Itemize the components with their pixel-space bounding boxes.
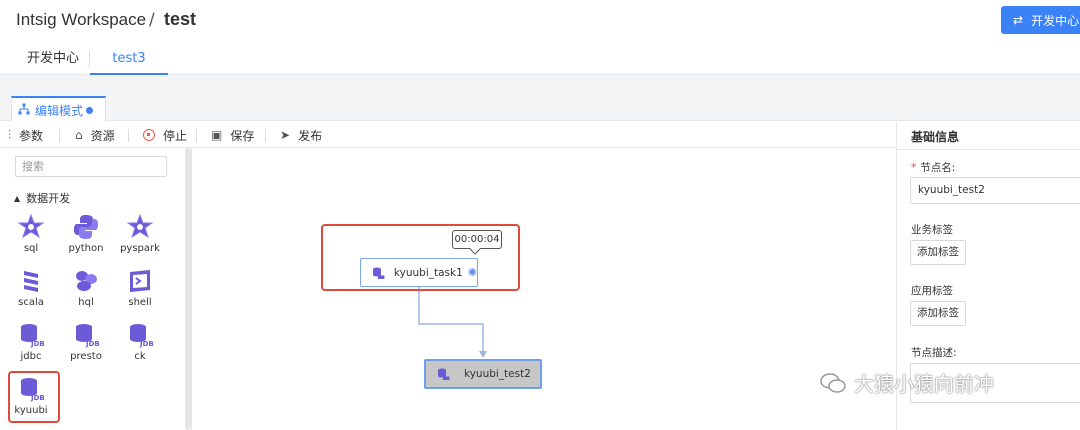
python-icon	[74, 215, 98, 239]
resources-label: 资源	[90, 128, 115, 143]
task-node-kyuubi-task1[interactable]: kyuubi_task1 ✺	[360, 258, 478, 287]
toolbar-divider	[265, 129, 266, 142]
node-type-label: ck	[134, 351, 146, 362]
params-label: 参数	[19, 128, 44, 143]
node-type-python[interactable]: python	[66, 213, 106, 254]
add-business-tag-button[interactable]: 添加标签	[910, 240, 966, 265]
box-icon: ⌂	[75, 128, 83, 142]
project-title: test	[164, 9, 197, 29]
search-input[interactable]: 搜索	[15, 156, 167, 177]
add-app-tag-button[interactable]: 添加标签	[910, 301, 966, 326]
node-type-label: pyspark	[120, 243, 160, 254]
stop-icon	[143, 129, 155, 141]
jdbc-database-icon: JDBC	[21, 324, 45, 348]
node-name-label-text: 节点名:	[920, 162, 956, 174]
task-node-kyuubi-test2[interactable]: kyuubi_test2	[424, 359, 542, 389]
dev-center-button[interactable]: ⇄ 开发中心	[1001, 6, 1080, 34]
loading-spinner-icon: ✺	[467, 266, 477, 279]
publish-label: 发布	[298, 128, 323, 143]
scala-icon	[24, 271, 38, 292]
node-type-label: scala	[18, 297, 44, 308]
dag-canvas[interactable]: 00:00:04 kyuubi_task1 ✺ kyuubi_test2	[192, 148, 895, 430]
save-icon: ▣	[211, 128, 223, 142]
toolbar-divider	[128, 129, 129, 142]
stop-button[interactable]: 停止	[143, 127, 187, 143]
toolbar-divider	[59, 129, 60, 142]
edit-mode-bar: 编辑模式	[0, 95, 1080, 122]
node-type-label: presto	[70, 351, 102, 362]
jdbc-database-icon: JDBC	[130, 324, 154, 348]
jdbc-database-icon: JDBC	[76, 324, 100, 348]
node-name-input[interactable]: kyuubi_test2	[910, 177, 1080, 204]
jdbc-database-icon	[438, 368, 450, 380]
node-type-shell[interactable]: shell	[120, 267, 160, 308]
resources-button[interactable]: ⌂ 资源	[75, 127, 115, 143]
kyuubi-highlight-box	[8, 371, 60, 423]
node-type-label: python	[68, 243, 104, 254]
node-type-pyspark[interactable]: pyspark	[120, 213, 160, 254]
params-button[interactable]: ⫶ 参数	[8, 127, 43, 143]
app-root: Intsig Workspace / test ⇄ 开发中心 开发中心 test…	[0, 0, 1080, 430]
shell-icon	[130, 270, 150, 292]
node-type-label: jdbc	[20, 351, 42, 362]
stop-label: 停止	[163, 128, 188, 143]
tab-dev-center[interactable]: 开发中心	[27, 42, 79, 75]
switch-icon: ⇄	[1013, 13, 1024, 27]
watermark: 大猿小猿向前冲	[820, 368, 994, 397]
node-type-presto[interactable]: JDBC presto	[66, 321, 106, 362]
jdbc-icon-text: JDBC	[30, 340, 45, 348]
save-label: 保存	[230, 128, 255, 143]
business-tag-label: 业务标签	[911, 224, 953, 236]
toolbar-divider	[196, 129, 197, 142]
toolbar: ⫶ 参数 ⌂ 资源 停止 ▣ 保存 ➤ 发布	[0, 122, 895, 148]
breadcrumb-separator: /	[149, 10, 155, 30]
node-name-label: * 节点名:	[911, 160, 955, 175]
save-button[interactable]: ▣ 保存	[211, 127, 254, 143]
tab-test3[interactable]: test3	[90, 42, 168, 75]
node-type-ck[interactable]: JDBC ck	[120, 321, 160, 362]
tab-bar: 开发中心 test3	[0, 42, 1080, 75]
node-type-sql[interactable]: sql	[11, 213, 51, 254]
star-icon	[126, 213, 154, 239]
unsaved-dot-icon	[86, 106, 94, 114]
palette-scrollbar[interactable]	[185, 148, 191, 430]
star-icon	[17, 213, 45, 239]
task-node-label: kyuubi_test2	[464, 368, 531, 380]
edit-mode-tab[interactable]: 编辑模式	[11, 96, 106, 122]
node-type-label: hql	[78, 297, 94, 308]
wechat-icon	[820, 372, 846, 393]
group-data-dev[interactable]: ▲ 数据开发	[14, 190, 70, 206]
run-timer-tooltip: 00:00:04	[452, 230, 502, 249]
edit-mode-label: 编辑模式	[35, 103, 84, 118]
send-icon: ➤	[280, 128, 291, 142]
header: Intsig Workspace / test ⇄ 开发中心	[0, 0, 1080, 42]
node-type-label: sql	[23, 243, 39, 254]
node-type-scala[interactable]: scala	[11, 267, 51, 308]
node-palette: 搜索 ▲ 数据开发 sql python pyspark scala hql s…	[0, 148, 192, 430]
publish-button[interactable]: ➤ 发布	[280, 127, 322, 143]
watermark-text: 大猿小猿向前冲	[854, 372, 994, 396]
caret-up-icon: ▲	[14, 193, 21, 203]
jdbc-icon-text: JDBC	[139, 340, 154, 348]
separator-band	[0, 75, 1080, 95]
task-node-label: kyuubi_task1	[393, 266, 463, 279]
app-tag-label: 应用标签	[911, 285, 953, 297]
node-type-hql[interactable]: hql	[66, 267, 106, 308]
group-title-label: 数据开发	[26, 192, 71, 205]
edge-task1-to-test2	[418, 287, 487, 358]
workspace-title[interactable]: Intsig Workspace	[16, 10, 146, 30]
hierarchy-icon	[18, 103, 30, 118]
required-mark: *	[911, 162, 917, 174]
dev-center-button-label: 开发中心	[1031, 13, 1080, 28]
sliders-icon: ⫶	[8, 127, 12, 142]
node-type-jdbc[interactable]: JDBC jdbc	[11, 321, 51, 362]
hql-icon	[76, 271, 97, 291]
node-type-label: shell	[128, 297, 152, 308]
jdbc-icon-text: JDBC	[85, 340, 100, 348]
description-label: 节点描述:	[911, 347, 957, 359]
jdbc-database-icon	[372, 267, 385, 279]
panel-title: 基础信息	[911, 130, 960, 144]
panel-divider	[897, 149, 1080, 150]
